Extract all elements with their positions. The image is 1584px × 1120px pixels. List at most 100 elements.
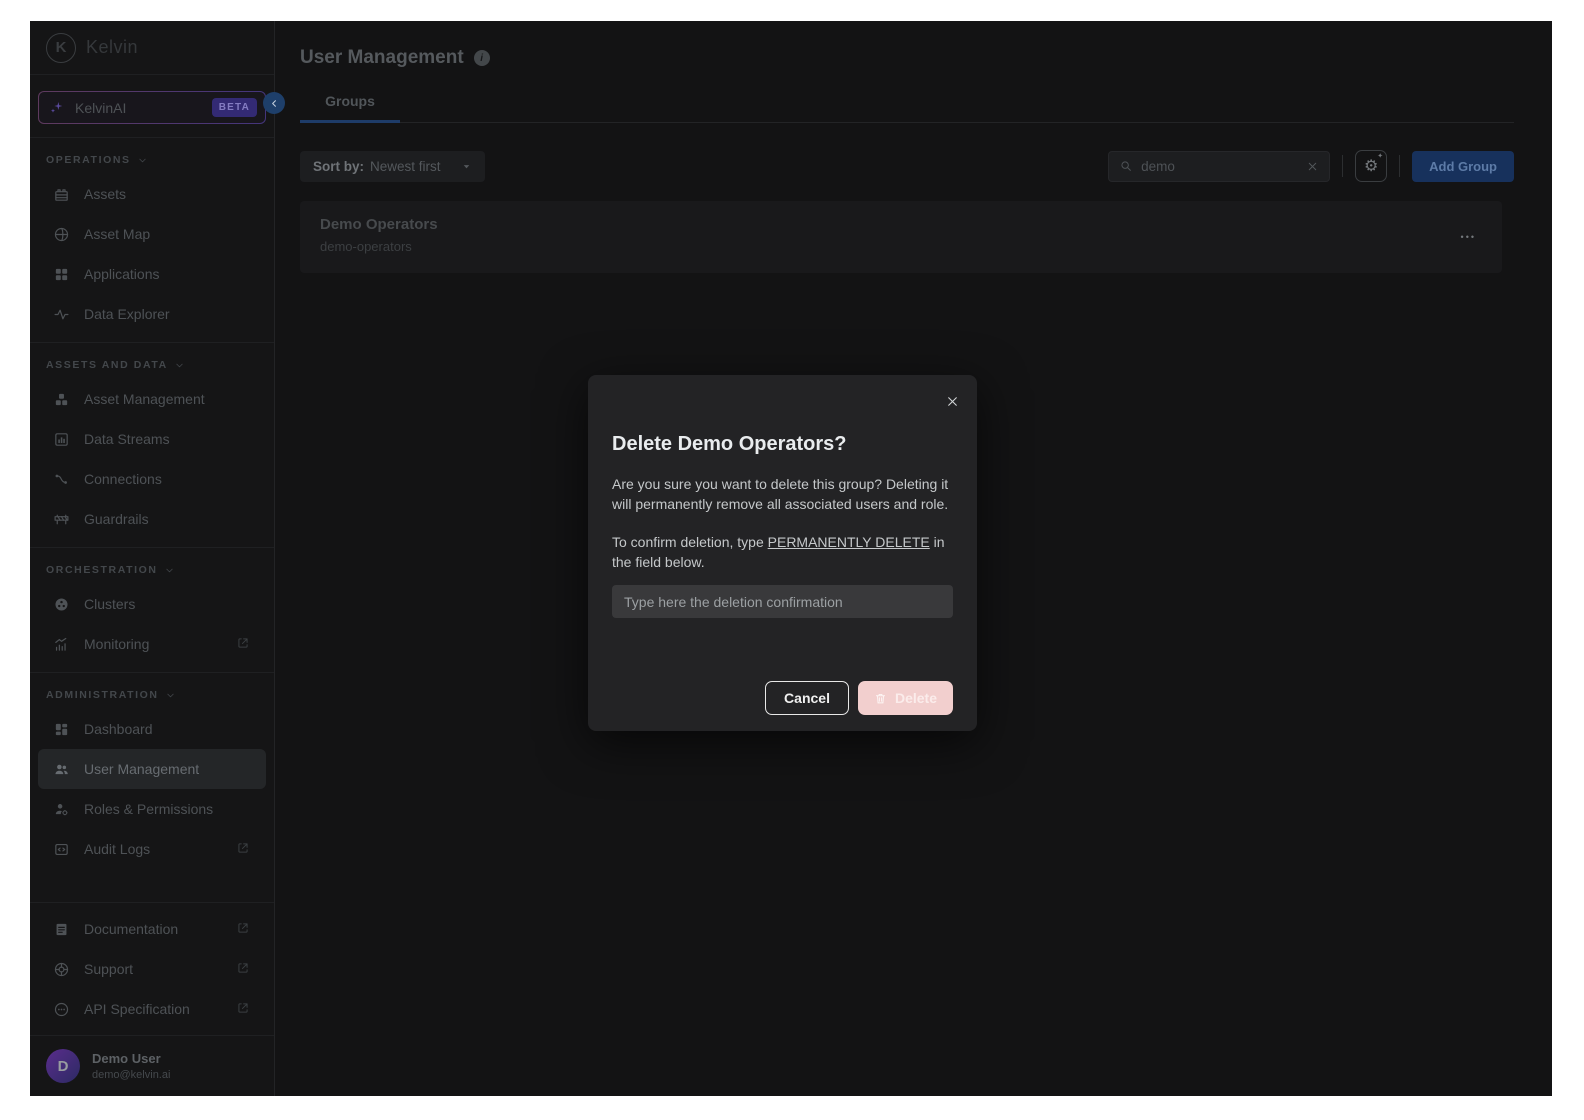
sparkle-icon: ✦	[1377, 153, 1384, 160]
external-link-icon	[236, 961, 250, 978]
groups-toolbar: Sort by: Newest first ⚙ ✦ Add Group	[300, 150, 1514, 182]
section-header-orchestration[interactable]: ORCHESTRATION	[30, 558, 274, 584]
external-link-icon	[236, 841, 250, 858]
users-icon	[53, 761, 70, 778]
user-email: demo@kelvin.ai	[92, 1069, 171, 1081]
tab-groups[interactable]: Groups	[300, 93, 400, 123]
api-icon	[53, 1001, 70, 1018]
waveform-icon	[53, 306, 70, 323]
trash-icon	[875, 693, 886, 703]
external-link-icon	[236, 1001, 250, 1018]
page-header: User Management i	[300, 47, 1514, 69]
section-header-operations[interactable]: OPERATIONS	[30, 148, 274, 174]
sidebar-item-asset-management[interactable]: Asset Management	[38, 379, 266, 419]
app-window: K Kelvin KelvinAI BETA OPERATIONS Assets	[30, 21, 1552, 1096]
sidebar-footer-links: Documentation Support API Specification	[30, 902, 274, 1035]
sparkles-icon	[49, 100, 65, 116]
add-group-button[interactable]: Add Group	[1412, 150, 1514, 182]
asset-boxes-icon	[53, 391, 70, 408]
sidebar-item-user-management[interactable]: User Management	[38, 749, 266, 789]
sidebar-item-monitoring[interactable]: Monitoring	[38, 624, 266, 664]
sidebar-item-connections[interactable]: Connections	[38, 459, 266, 499]
lifebuoy-icon	[53, 961, 70, 978]
section-header-assets-data[interactable]: ASSETS AND DATA	[30, 353, 274, 379]
chevron-down-icon	[176, 363, 183, 367]
cancel-button[interactable]: Cancel	[765, 681, 849, 715]
chevron-down-icon	[463, 164, 469, 168]
divider	[1342, 155, 1344, 177]
barrier-icon	[53, 511, 70, 528]
ellipsis-menu-icon[interactable]: •••	[1455, 226, 1482, 248]
factory-icon	[53, 186, 70, 203]
external-link-icon	[236, 636, 250, 653]
confirm-keyword: PERMANENTLY DELETE	[767, 534, 930, 550]
clear-search-icon[interactable]	[1306, 160, 1319, 173]
kelvinai-block: KelvinAI BETA	[30, 75, 274, 138]
cluster-icon	[53, 596, 70, 613]
document-icon	[53, 921, 70, 938]
modal-title: Delete Demo Operators?	[612, 433, 847, 455]
sidebar-collapse-button[interactable]	[263, 92, 285, 114]
chevron-down-icon	[139, 158, 146, 162]
page-title: User Management	[300, 47, 464, 68]
gear-icon: ⚙	[1363, 158, 1379, 175]
modal-warning-text: Are you sure you want to delete this gro…	[612, 476, 949, 512]
search-box	[1108, 150, 1331, 182]
brand-name: Kelvin	[86, 37, 139, 57]
apps-grid-icon	[53, 266, 70, 283]
sidebar-item-dashboard[interactable]: Dashboard	[38, 709, 266, 749]
user-name: Demo User	[92, 1051, 161, 1066]
group-row-demo-operators[interactable]: Demo Operators demo-operators •••	[300, 201, 1502, 273]
dashboard-icon	[53, 721, 70, 738]
close-icon[interactable]	[946, 395, 959, 408]
info-icon[interactable]: i	[473, 50, 490, 66]
sidebar-item-label: KelvinAI	[75, 99, 127, 116]
chevron-left-icon	[271, 99, 276, 107]
delete-group-modal: Delete Demo Operators? Are you sure you …	[588, 375, 977, 731]
avatar: D	[46, 1049, 80, 1083]
sidebar-item-guardrails[interactable]: Guardrails	[38, 499, 266, 539]
deletion-confirmation-input[interactable]	[612, 585, 953, 618]
sidebar: K Kelvin KelvinAI BETA OPERATIONS Assets	[30, 21, 285, 1096]
route-icon	[53, 471, 70, 488]
sidebar-item-assets[interactable]: Assets	[38, 174, 266, 214]
sidebar-item-audit-logs[interactable]: Audit Logs	[38, 829, 266, 869]
sidebar-item-data-explorer[interactable]: Data Explorer	[38, 294, 266, 334]
divider	[1399, 155, 1401, 177]
chevron-down-icon	[166, 693, 174, 697]
modal-footer: Cancel Delete	[612, 681, 953, 717]
sidebar-item-kelvinai[interactable]: KelvinAI BETA	[38, 91, 266, 124]
monitoring-chart-icon	[53, 636, 70, 653]
sort-dropdown[interactable]: Sort by: Newest first	[300, 150, 485, 182]
sidebar-section-assets-data: ASSETS AND DATA Asset Management Data St…	[30, 343, 274, 548]
delete-button[interactable]: Delete	[857, 681, 953, 715]
sidebar-item-roles-permissions[interactable]: Roles & Permissions	[38, 789, 266, 829]
sidebar-section-orchestration: ORCHESTRATION Clusters Monitoring	[30, 548, 274, 673]
modal-confirm-text: To confirm deletion, type PERMANENTLY DE…	[612, 534, 945, 570]
sidebar-item-asset-map[interactable]: Asset Map	[38, 214, 266, 254]
sidebar-section-administration: ADMINISTRATION Dashboard User Management…	[30, 673, 274, 877]
sidebar-item-clusters[interactable]: Clusters	[38, 584, 266, 624]
external-link-icon	[236, 921, 250, 938]
person-gear-icon	[53, 801, 70, 818]
search-icon	[1119, 159, 1133, 173]
sidebar-item-api-specification[interactable]: API Specification	[38, 989, 266, 1029]
globe-icon	[53, 226, 70, 243]
bar-chart-icon	[53, 431, 70, 448]
section-header-administration[interactable]: ADMINISTRATION	[30, 683, 274, 709]
sidebar-section-operations: OPERATIONS Assets Asset Map Applications…	[30, 138, 274, 343]
brand-logo[interactable]: K Kelvin	[30, 21, 274, 75]
modal-body: Are you sure you want to delete this gro…	[612, 456, 953, 572]
group-name: Demo Operators	[320, 216, 438, 233]
search-input[interactable]	[1141, 158, 1299, 174]
user-profile[interactable]: D Demo User demo@kelvin.ai	[30, 1035, 274, 1096]
kelvin-logo-icon: K	[46, 32, 76, 63]
sidebar-item-applications[interactable]: Applications	[38, 254, 266, 294]
sidebar-item-documentation[interactable]: Documentation	[38, 909, 266, 949]
tab-bar: Groups	[300, 93, 1514, 123]
code-log-icon	[53, 841, 70, 858]
sidebar-item-support[interactable]: Support	[38, 949, 266, 989]
beta-badge: BETA	[211, 98, 257, 117]
group-settings-button[interactable]: ⚙ ✦	[1355, 150, 1388, 182]
sidebar-item-data-streams[interactable]: Data Streams	[38, 419, 266, 459]
